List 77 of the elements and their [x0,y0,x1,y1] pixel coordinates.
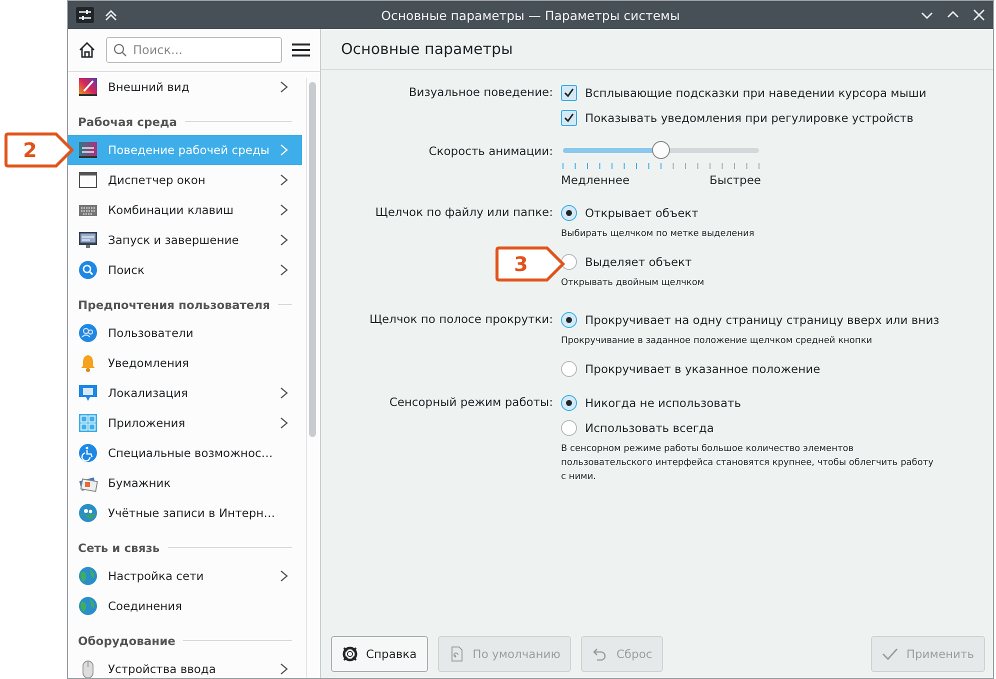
globe-icon [78,566,98,586]
setting-label: Скорость анимации: [428,143,553,160]
sidebar-item[interactable]: Приложения [68,408,302,438]
section-heading: Предпочтения пользователя [78,298,270,312]
hint-text: В сенсорном режиме работы большое количество элементов пользовательского интерфейса становятся крупнее, чтобы облегчить работу с ними. [561,443,934,484]
sidebar-item[interactable]: Пользователи [68,318,302,348]
radio-button[interactable] [561,360,577,376]
section-heading: Сеть и связь [78,541,160,555]
sidebar-item[interactable]: Внешний вид [68,72,302,102]
undo-icon [592,646,608,662]
slider[interactable] [563,141,759,159]
sidebar-item[interactable]: Комбинации клавиш [68,195,302,225]
page-title: Основные параметры [341,40,513,58]
users-icon [78,503,98,523]
radio-label: Прокручивает на одну страницу страницу вверх или вниз [585,312,940,326]
checkbox-label: Показывать уведомления при регулировке устройств [585,110,914,124]
home-icon[interactable] [78,41,96,59]
callout-badge: 2 [4,132,76,168]
accessibility-icon [78,443,98,463]
sidebar-item[interactable]: Устройства ввода [68,654,302,679]
sliders-icon[interactable] [76,7,94,23]
users-icon [78,323,98,343]
radio-label: Прокручивает в указанное положение [585,362,820,376]
sidebar-item[interactable]: Учётные записи в Интерн… [68,498,302,528]
checkmark-icon [563,112,575,124]
sidebar-item[interactable]: Специальные возможнос… [68,438,302,468]
setting-label: Щелчок по файлу или папке: [374,204,553,221]
search-icon [113,43,127,57]
radio-label: Выделяет объект [585,254,692,268]
checkbox-label: Всплывающие подсказки при наведении курсора мыши [585,86,926,100]
checkmark-icon [563,86,575,98]
slider-handle[interactable] [652,141,670,159]
close-icon[interactable] [973,9,985,21]
setting-label: Визуальное поведение: [408,84,553,101]
sidebar-item[interactable]: Запуск и завершение [68,225,302,255]
radio-button[interactable] [561,254,577,270]
monitor-icon [78,230,98,250]
radio-label: Открывает объект [585,206,698,220]
sidebar-item[interactable]: Настройка сети [68,561,302,591]
window-icon [78,170,98,190]
radio-button[interactable] [561,420,577,436]
radio-button[interactable] [561,394,577,410]
slider-max-label: Быстрее [710,173,761,187]
speech-bubble-icon [78,383,98,403]
checkmark-icon [882,646,898,662]
double-chevron-icon[interactable] [104,8,118,22]
sidebar-item[interactable]: Бумажник [68,468,302,498]
radio-label: Использовать всегда [585,420,714,434]
slider-min-label: Медленнее [561,173,630,187]
sidebar-item[interactable]: Диспетчер окон [68,165,302,195]
brush-icon [78,77,98,97]
radio-label: Никогда не использовать [585,396,741,410]
setting-label: Щелчок по полосе прокрутки: [368,311,553,328]
search-icon [78,260,98,280]
button[interactable]: Справка [331,636,428,672]
hint-text: Выбирать щелчком по метке выделения [561,228,756,241]
setting-label: Сенсорный режим работы: [388,394,553,411]
globe-icon [78,596,98,616]
scrollbar-thumb[interactable] [308,82,316,437]
sidebar-item[interactable]: Поиск [68,255,302,285]
sliders-icon [78,140,98,160]
radio-button[interactable] [561,204,577,220]
checkbox[interactable] [561,110,577,126]
sidebar-item[interactable]: Соединения [68,591,302,621]
grid-icon [78,413,98,433]
sidebar-item[interactable]: Уведомления [68,348,302,378]
window-title: Основные параметры — Параметры системы [380,8,681,22]
search-field[interactable]: Поиск... [106,37,282,63]
section-heading: Оборудование [78,634,176,648]
hint-text: Прокручивание в заданное положение щелчком средней кнопки [561,335,874,348]
radio-button[interactable] [561,312,577,328]
sidebar-item[interactable]: Локализация [68,378,302,408]
checkbox[interactable] [561,84,577,100]
lifebuoy-icon [342,646,358,662]
section-heading: Рабочая среда [78,115,178,129]
menu-icon[interactable] [292,43,310,57]
document-icon [448,646,465,662]
